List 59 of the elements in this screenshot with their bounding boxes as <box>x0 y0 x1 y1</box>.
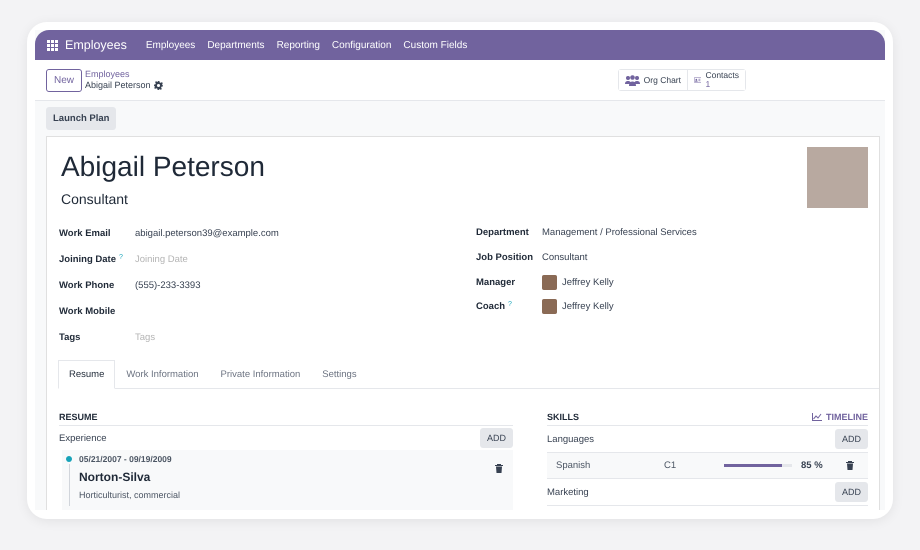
tab[interactable]: Settings <box>311 360 368 389</box>
field-value[interactable]: Consultant <box>542 252 588 263</box>
field-label: Department <box>476 227 529 238</box>
trash-icon[interactable] <box>846 461 854 470</box>
progress-reading: 85 % <box>801 460 824 471</box>
id-card-icon <box>694 74 702 86</box>
menu-item[interactable]: Reporting <box>270 40 326 50</box>
section-subtitle: Experience <box>59 432 107 444</box>
field-value[interactable]: (555)-233-3393 <box>135 280 200 290</box>
field-label: Coach <box>476 300 506 312</box>
new-button[interactable]: New <box>46 68 82 92</box>
field-value[interactable]: abigail.peterson39@example.com <box>135 228 279 238</box>
field-label: Work Email <box>59 228 111 238</box>
skill-group: Marketing <box>547 486 589 498</box>
avatar-placeholder <box>542 298 557 314</box>
skill-name: Spanish <box>556 460 592 471</box>
app-name[interactable]: Employees <box>65 38 127 52</box>
add-button[interactable]: ADD <box>480 428 513 448</box>
employee-name[interactable]: Abigail Peterson <box>61 151 265 183</box>
field-value[interactable]: Jeffrey Kelly <box>562 276 614 288</box>
tab[interactable]: Work Information <box>115 360 210 389</box>
field-label: Work Phone <box>59 280 114 290</box>
menu-item[interactable]: Custom Fields <box>397 40 474 50</box>
skill-group: Languages <box>547 434 594 444</box>
breadcrumb-link[interactable]: Employees <box>85 69 163 80</box>
menu-item[interactable]: Configuration <box>326 40 398 50</box>
field-value[interactable]: Management / Professional Services <box>542 227 697 238</box>
timeline-button[interactable]: TIMELINE <box>812 412 868 422</box>
menu-item[interactable]: Departments <box>201 40 271 50</box>
record-name: Abigail Peterson <box>85 80 151 91</box>
launch-plan-button[interactable]: Launch Plan <box>46 107 116 130</box>
line-chart-icon <box>812 413 822 421</box>
field-label: Job Position <box>476 252 533 263</box>
timeline-dot <box>66 456 72 462</box>
field-label: Joining Date <box>59 254 116 264</box>
entry-company: Norton-Silva <box>79 470 152 484</box>
job-title[interactable]: Consultant <box>61 191 265 207</box>
section-title: SKILLS <box>547 412 580 422</box>
people-icon <box>624 74 640 86</box>
field-label: Tags <box>59 332 80 342</box>
resume-entry[interactable]: 05/21/2007 - 09/19/2009 Norton-Silva Horticulturist, commercial <box>62 450 513 510</box>
tab[interactable]: Resume <box>58 360 116 389</box>
skill-level: C1 <box>664 460 678 471</box>
app-grid-icon[interactable] <box>47 40 58 50</box>
trash-icon[interactable] <box>495 464 503 473</box>
tab[interactable]: Private Information <box>210 360 312 389</box>
section-title: RESUME <box>59 412 98 422</box>
menu-item[interactable]: Employees <box>140 40 202 50</box>
field-value[interactable]: Jeffrey Kelly <box>562 300 614 312</box>
avatar-placeholder <box>542 274 557 290</box>
smart-button[interactable]: Contacts 1 <box>687 70 745 90</box>
add-button[interactable]: ADD <box>834 482 868 502</box>
field-label: Work Mobile <box>59 306 116 316</box>
progress-bar <box>724 464 792 467</box>
entry-description: Horticulturist, commercial <box>79 490 182 500</box>
entry-dates: 05/21/2007 - 09/19/2009 <box>79 454 173 464</box>
gear-icon[interactable] <box>154 81 163 90</box>
add-button[interactable]: ADD <box>834 429 868 449</box>
field-label: Manager <box>476 276 516 288</box>
